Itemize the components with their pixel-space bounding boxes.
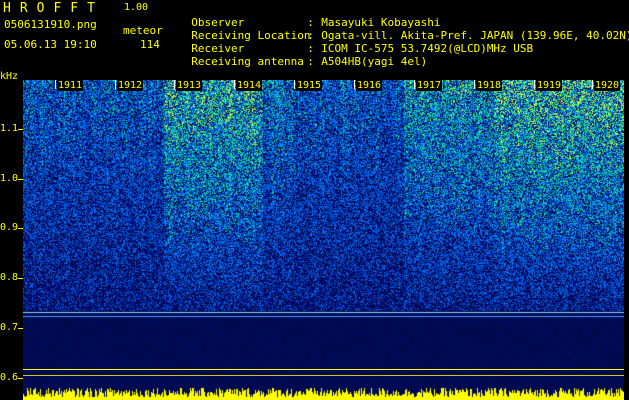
x-tick-label: 1912 [117, 80, 144, 91]
x-tick-label: 1913 [176, 80, 203, 91]
y-tick-label: 1.0 [0, 173, 19, 184]
x-tick-label: 1916 [356, 80, 383, 91]
info-value: A504HB(yagi 4el) [321, 55, 428, 68]
x-tick-label: 1914 [236, 80, 263, 91]
reference-line [23, 369, 624, 370]
x-tick [414, 80, 415, 89]
y-axis-unit: kHz [0, 71, 19, 82]
x-tick-label: 1911 [57, 80, 84, 91]
x-tick [234, 80, 235, 89]
y-tick [18, 378, 23, 379]
x-tick-label: 1915 [296, 80, 323, 91]
x-tick [354, 80, 355, 89]
y-tick [18, 228, 23, 229]
y-tick [18, 278, 23, 279]
info-row-antenna: Receiving antenna: A504HB(yagi 4el) [178, 42, 427, 68]
y-tick [18, 328, 23, 329]
info-separator: : [307, 55, 314, 68]
spectrogram [23, 80, 624, 400]
app-version: 1.00 [124, 2, 149, 13]
x-tick [174, 80, 175, 89]
reference-line [23, 375, 624, 376]
y-tick [18, 179, 23, 180]
y-tick [18, 129, 23, 130]
spectrogram-canvas [23, 80, 624, 400]
x-tick [115, 80, 116, 89]
x-tick-label: 1920 [594, 80, 621, 91]
y-tick-label: 0.9 [0, 222, 19, 233]
x-tick [474, 80, 475, 89]
x-tick [55, 80, 56, 89]
x-tick [534, 80, 535, 89]
date-time: 05.06.13 19:10 [4, 38, 97, 51]
y-tick-label: 0.7 [0, 322, 19, 333]
file-name: 0506131910.png [4, 18, 97, 31]
x-tick-label: 1919 [536, 80, 563, 91]
meteor-count: 114 [140, 38, 160, 51]
y-tick-label: 0.8 [0, 272, 19, 283]
x-tick [294, 80, 295, 89]
x-tick [592, 80, 593, 89]
y-tick-label: 1.1 [0, 123, 19, 134]
x-tick-label: 1917 [416, 80, 443, 91]
x-tick-label: 1918 [476, 80, 503, 91]
y-tick-label: 0.6 [0, 372, 19, 383]
meteor-label: meteor [123, 24, 163, 37]
app-title: HROFFT [3, 1, 104, 16]
info-key: Receiving antenna [191, 55, 304, 68]
